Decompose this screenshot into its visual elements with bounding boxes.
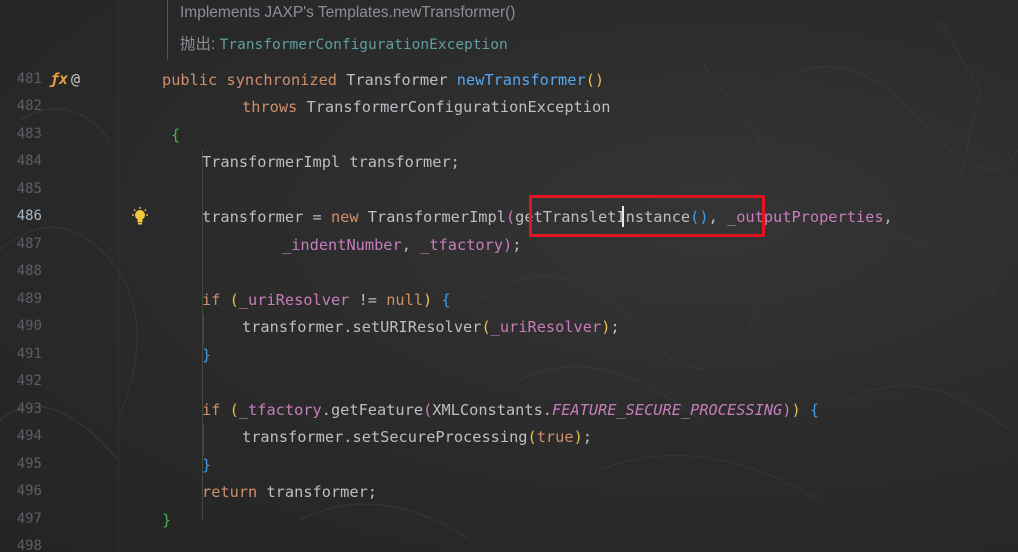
line-number[interactable]: 487 [14, 236, 42, 252]
line-number[interactable]: 495 [14, 456, 42, 472]
code-line-489[interactable]: if (_uriResolver != null) { [202, 289, 451, 311]
indent-guide-block [203, 425, 204, 455]
line-number[interactable]: 488 [14, 263, 42, 279]
line-number[interactable]: 489 [14, 291, 42, 307]
line-number[interactable]: 485 [14, 181, 42, 197]
line-number[interactable]: 481 [14, 71, 42, 87]
line-number[interactable]: 490 [14, 318, 42, 334]
line-number[interactable]: 494 [14, 428, 42, 444]
throws-label: 抛出: [180, 36, 216, 53]
code-line-490[interactable]: transformer.setURIResolver(_uriResolver)… [242, 316, 620, 338]
text-caret [622, 206, 624, 227]
line-number[interactable]: 482 [14, 98, 42, 114]
overrides-method-icon[interactable]: ƒx [50, 70, 68, 88]
throws-link[interactable]: TransformerConfigurationException [220, 37, 508, 53]
gutter-separator [118, 0, 119, 552]
code-editor[interactable]: Implements JAXP's Templates.newTransform… [0, 0, 1018, 552]
doc-throws-line: 抛出: TransformerConfigurationException [180, 32, 508, 54]
line-number[interactable]: 498 [14, 538, 42, 552]
code-line-496[interactable]: return transformer; [202, 481, 377, 503]
indent-guide-block [203, 315, 204, 345]
line-number[interactable]: 493 [14, 401, 42, 417]
code-line-487[interactable]: _indentNumber, _tfactory); [282, 234, 521, 256]
doc-comment-bar [167, 0, 168, 60]
doc-comment-line: Implements JAXP's Templates.newTransform… [180, 4, 516, 21]
line-number-current[interactable]: 486 [14, 208, 42, 224]
line-number[interactable]: 496 [14, 483, 42, 499]
code-line-491[interactable]: } [202, 344, 211, 366]
line-number[interactable]: 497 [14, 511, 42, 527]
line-number[interactable]: 492 [14, 373, 42, 389]
highlight-box [529, 195, 765, 237]
line-number[interactable]: 484 [14, 153, 42, 169]
annotation-at-icon[interactable]: @ [71, 70, 80, 88]
code-line-484[interactable]: TransformerImpl transformer; [202, 151, 460, 173]
code-line-483[interactable]: { [171, 124, 180, 146]
line-number[interactable]: 483 [14, 126, 42, 142]
code-line-481[interactable]: public synchronized Transformer newTrans… [162, 69, 604, 91]
code-line-497[interactable]: } [162, 509, 171, 531]
code-line-495[interactable]: } [202, 454, 211, 476]
line-number[interactable]: 491 [14, 346, 42, 362]
code-line-494[interactable]: transformer.setSecureProcessing(true); [242, 426, 592, 448]
code-line-482[interactable]: throws TransformerConfigurationException [242, 96, 610, 118]
lightbulb-icon[interactable] [130, 207, 150, 227]
code-line-493[interactable]: if (_tfactory.getFeature(XMLConstants.FE… [202, 399, 819, 421]
